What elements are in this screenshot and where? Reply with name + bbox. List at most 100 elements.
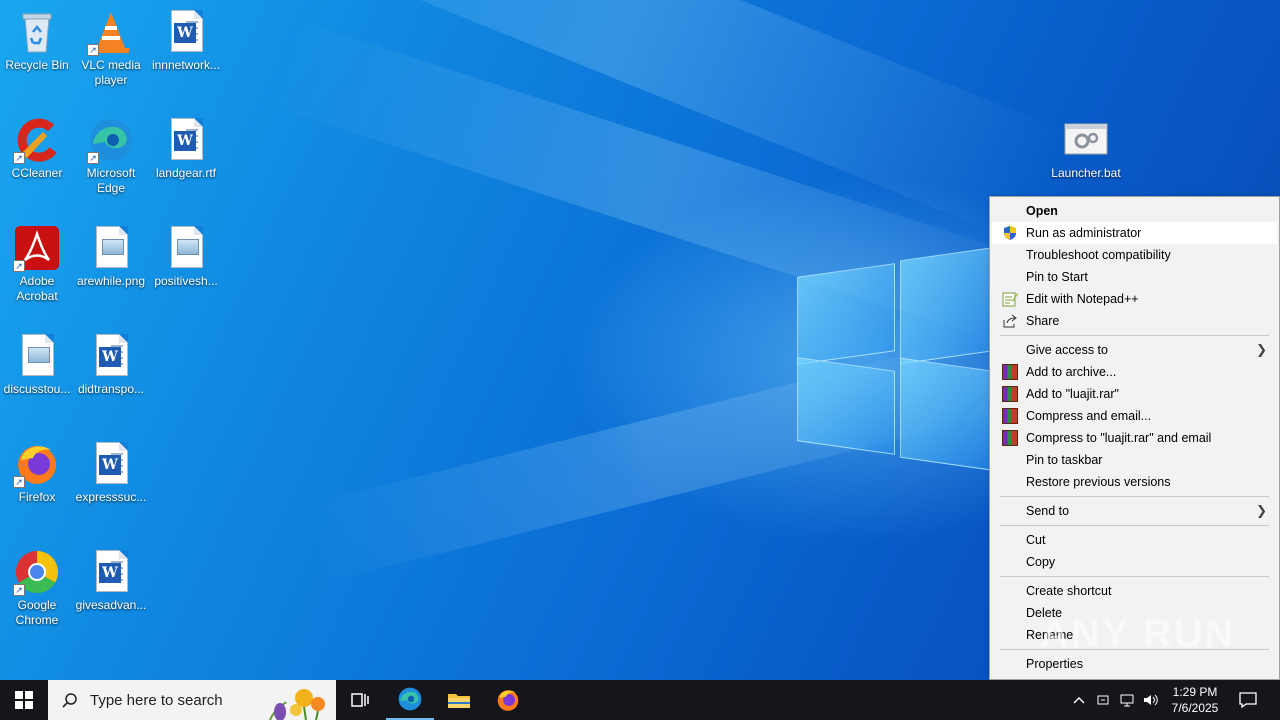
action-center-button[interactable]: [1230, 680, 1266, 720]
share-icon: [1002, 313, 1018, 329]
desktop[interactable]: Recycle Bin ↗ CCleaner ↗ Adobe Acrobat d…: [0, 0, 1280, 680]
menu-item-label: Give access to: [1026, 343, 1108, 357]
menu-separator: [1000, 576, 1269, 577]
chrome-icon: ↗: [13, 548, 61, 596]
shortcut-arrow-icon: ↗: [13, 476, 25, 488]
menu-item-label: Cut: [1026, 533, 1046, 547]
menu-item-label: Pin to taskbar: [1026, 453, 1103, 467]
shortcut-arrow-icon: ↗: [87, 44, 99, 56]
desktop-icon-label: VLC media player: [81, 58, 141, 87]
desktop-icon-microsoft-edge[interactable]: ↗ Microsoft Edge: [74, 110, 148, 196]
desktop-icon-label: Microsoft Edge: [86, 166, 136, 195]
shortcut-arrow-icon: ↗: [13, 260, 25, 272]
desktop-icon-ccleaner[interactable]: ↗ CCleaner: [0, 110, 74, 181]
notepad-plus-plus-icon: [1002, 291, 1018, 307]
menu-item-create-shortcut[interactable]: Create shortcut: [992, 580, 1277, 602]
winrar-icon: [1002, 430, 1018, 446]
desktop-icon-arewhile-png[interactable]: arewhile.png: [74, 218, 148, 289]
search-placeholder: Type here to search: [90, 691, 223, 709]
tray-network-button[interactable]: [1116, 680, 1138, 720]
desktop-icon-label: arewhile.png: [76, 274, 146, 288]
desktop-icon-vlc[interactable]: ↗ VLC media player: [74, 2, 148, 88]
desktop-icon-didtranspo[interactable]: W didtranspo...: [74, 326, 148, 397]
menu-item-restore-previous-versions[interactable]: Restore previous versions: [992, 471, 1277, 493]
taskbar: Type here to search 1:29 PM 7/6/2025: [0, 680, 1280, 720]
menu-item-copy[interactable]: Copy: [992, 551, 1277, 573]
menu-item-give-access-to[interactable]: Give access to ❯: [992, 339, 1277, 361]
word-document-icon: W: [87, 548, 135, 596]
ccleaner-icon: ↗: [13, 116, 61, 164]
menu-item-edit-with-notepad-plus-plus[interactable]: Edit with Notepad++: [992, 288, 1277, 310]
desktop-icon-label: innnetwork...: [151, 58, 221, 72]
menu-item-label: Open: [1026, 204, 1058, 218]
taskbar-edge-button[interactable]: [386, 680, 434, 720]
windows-logo-pane: [900, 247, 990, 365]
menu-item-compress-to-luajit-rar-and-email[interactable]: Compress to "luajit.rar" and email: [992, 427, 1277, 449]
desktop-icon-recycle-bin[interactable]: Recycle Bin: [0, 2, 74, 73]
winrar-icon: [1002, 364, 1018, 380]
tray-security-button[interactable]: [1092, 680, 1114, 720]
file-explorer-icon: [448, 694, 470, 708]
desktop-icon-label: Launcher.bat: [1051, 166, 1121, 180]
shortcut-arrow-icon: ↗: [87, 152, 99, 164]
submenu-arrow-icon: ❯: [1256, 503, 1267, 518]
image-file-icon: [13, 332, 61, 380]
winrar-icon: [1002, 408, 1018, 424]
desktop-icon-positivesh[interactable]: positivesh...: [149, 218, 223, 289]
menu-separator: [1000, 525, 1269, 526]
menu-item-add-to-luajit-rar[interactable]: Add to "luajit.rar": [992, 383, 1277, 405]
network-icon: [1120, 694, 1134, 707]
desktop-icon-google-chrome[interactable]: ↗ Google Chrome: [0, 542, 74, 628]
clock[interactable]: 1:29 PM 7/6/2025: [1164, 680, 1226, 720]
menu-item-send-to[interactable]: Send to ❯: [992, 500, 1277, 522]
taskbar-file-explorer-button[interactable]: [435, 680, 483, 720]
desktop-icon-adobe-acrobat[interactable]: ↗ Adobe Acrobat: [0, 218, 74, 304]
desktop-icon-label: didtranspo...: [77, 382, 145, 396]
menu-item-cut[interactable]: Cut: [992, 529, 1277, 551]
chevron-up-icon: [1073, 697, 1085, 704]
desktop-icon-expresssuc[interactable]: W expresssuc...: [74, 434, 148, 505]
task-view-icon: [351, 693, 369, 707]
taskbar-search-box[interactable]: Type here to search: [48, 680, 336, 720]
start-button[interactable]: [0, 680, 48, 720]
desktop-icon-label: landgear.rtf: [155, 166, 217, 180]
firefox-icon: ↗: [13, 440, 61, 488]
menu-item-troubleshoot-compatibility[interactable]: Troubleshoot compatibility: [992, 244, 1277, 266]
adobe-acrobat-icon: ↗: [13, 224, 61, 272]
menu-item-pin-to-start[interactable]: Pin to Start: [992, 266, 1277, 288]
desktop-icon-label: expresssuc...: [75, 490, 147, 504]
menu-item-label: Add to "luajit.rar": [1026, 387, 1119, 401]
desktop-icon-label: Firefox: [18, 490, 56, 504]
desktop-icon-landgear-rtf[interactable]: W landgear.rtf: [149, 110, 223, 181]
task-view-button[interactable]: [336, 680, 384, 720]
menu-item-label: Compress to "luajit.rar" and email: [1026, 431, 1212, 445]
batch-file-icon: [1062, 116, 1110, 164]
desktop-icon-label: givesadvan...: [75, 598, 147, 612]
image-file-icon: [87, 224, 135, 272]
anyrun-watermark: ANY RUN: [1040, 612, 1236, 656]
desktop-icon-firefox[interactable]: ↗ Firefox: [0, 434, 74, 505]
desktop-icon-givesadvan[interactable]: W givesadvan...: [74, 542, 148, 613]
clock-date: 7/6/2025: [1171, 701, 1219, 715]
menu-item-run-as-administrator[interactable]: Run as administrator: [992, 222, 1277, 244]
menu-item-label: Properties: [1026, 657, 1083, 671]
menu-item-label: Restore previous versions: [1026, 475, 1171, 489]
desktop-icon-discusstou[interactable]: discusstou...: [0, 326, 74, 397]
taskbar-firefox-button[interactable]: [484, 680, 532, 720]
desktop-icon-innnetwork[interactable]: W innnetwork...: [149, 2, 223, 73]
show-hidden-icons-button[interactable]: [1068, 680, 1090, 720]
menu-item-share[interactable]: Share: [992, 310, 1277, 332]
recycle-bin-icon: [13, 8, 61, 56]
desktop-icon-launcher-bat[interactable]: Launcher.bat: [1049, 110, 1123, 181]
menu-item-label: Pin to Start: [1026, 270, 1088, 284]
menu-item-label: Compress and email...: [1026, 409, 1152, 423]
security-tray-icon: [1097, 695, 1109, 705]
desktop-icon-label: discusstou...: [3, 382, 71, 396]
image-file-icon: [162, 224, 210, 272]
menu-item-add-to-archive[interactable]: Add to archive...: [992, 361, 1277, 383]
tray-volume-button[interactable]: [1140, 680, 1162, 720]
menu-item-open[interactable]: Open: [992, 200, 1277, 222]
menu-item-pin-to-taskbar[interactable]: Pin to taskbar: [992, 449, 1277, 471]
menu-item-compress-and-email[interactable]: Compress and email...: [992, 405, 1277, 427]
menu-separator: [1000, 496, 1269, 497]
